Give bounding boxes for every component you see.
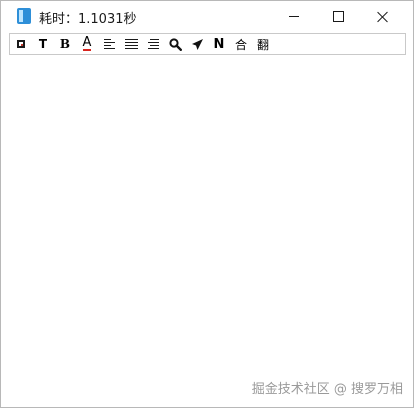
send-button[interactable] [186, 34, 208, 54]
align-left-icon [103, 38, 115, 50]
merge-label: 合 [234, 37, 247, 52]
frame-icon [17, 40, 25, 48]
align-left-button[interactable] [98, 34, 120, 54]
app-book-icon [17, 8, 31, 24]
text-button[interactable]: T [32, 34, 54, 54]
send-icon [191, 38, 203, 50]
frame-button[interactable] [10, 34, 32, 54]
translate-label: 翻 [256, 37, 269, 52]
n-button[interactable]: N [208, 34, 230, 54]
watermark: 掘金技术社区 @ 搜罗万相 [251, 382, 403, 397]
font-color-button[interactable]: A [76, 34, 98, 54]
merge-button[interactable]: 合 [230, 34, 252, 54]
n-label: N [213, 36, 225, 52]
search-button[interactable] [164, 34, 186, 54]
text-label: T [38, 37, 48, 51]
minimize-button[interactable] [271, 1, 317, 32]
minimize-icon [289, 16, 299, 17]
title-bar[interactable]: 耗时：1.1031秒 [1, 1, 413, 32]
formatting-toolbar: T B A N 合 翻 [9, 33, 406, 55]
translate-button[interactable]: 翻 [252, 34, 274, 54]
font-color-label: A [82, 35, 92, 51]
align-right-icon [147, 38, 159, 50]
text-content-area[interactable] [10, 56, 405, 398]
close-icon [377, 11, 389, 23]
bold-button[interactable]: B [54, 34, 76, 54]
search-icon [168, 37, 182, 51]
app-window: 耗时：1.1031秒 T B A N 合 翻 掘金技术社区 @ 搜罗万相 [0, 0, 414, 408]
window-title: 耗时：1.1031秒 [39, 12, 137, 27]
align-right-button[interactable] [142, 34, 164, 54]
bold-label: B [59, 37, 71, 51]
maximize-button[interactable] [315, 1, 361, 32]
align-justify-button[interactable] [120, 34, 142, 54]
close-button[interactable] [360, 1, 406, 32]
maximize-icon [332, 11, 344, 22]
align-justify-icon [124, 38, 138, 50]
